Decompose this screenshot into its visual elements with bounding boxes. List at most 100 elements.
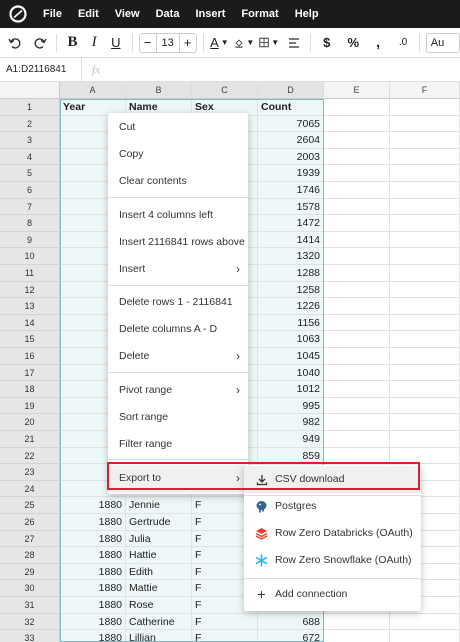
- cell[interactable]: [324, 331, 390, 348]
- menu-item-filter-range[interactable]: Filter range: [108, 431, 248, 458]
- menu-insert[interactable]: Insert: [187, 8, 233, 20]
- row-header[interactable]: 22: [0, 447, 60, 465]
- cell[interactable]: [324, 630, 390, 642]
- cell[interactable]: [324, 364, 390, 382]
- cell[interactable]: [324, 132, 390, 149]
- column-header[interactable]: C: [192, 82, 258, 99]
- cell[interactable]: [324, 281, 390, 299]
- submenu-item-snowflake[interactable]: Row Zero Snowflake (OAuth): [244, 547, 421, 574]
- row-header[interactable]: 27: [0, 530, 60, 548]
- cell[interactable]: [324, 447, 390, 465]
- row-header[interactable]: 13: [0, 298, 60, 315]
- cell[interactable]: Gertrude: [126, 514, 192, 531]
- cell[interactable]: [390, 182, 460, 199]
- cell[interactable]: Julia: [126, 530, 192, 548]
- cell[interactable]: [324, 198, 390, 216]
- cell[interactable]: 1258: [258, 281, 324, 299]
- redo-icon[interactable]: [30, 32, 50, 54]
- row-header[interactable]: 15: [0, 331, 60, 348]
- align-icon[interactable]: [284, 32, 304, 54]
- menu-help[interactable]: Help: [287, 8, 327, 20]
- select-all-corner[interactable]: [0, 82, 60, 99]
- cell[interactable]: [390, 397, 460, 415]
- cell[interactable]: Count: [258, 99, 324, 116]
- cell[interactable]: 688: [258, 613, 324, 631]
- row-header[interactable]: 1: [0, 99, 60, 116]
- cell[interactable]: Mattie: [126, 580, 192, 597]
- cell[interactable]: 982: [258, 414, 324, 431]
- font-size-value[interactable]: 13: [155, 33, 180, 52]
- row-header[interactable]: 17: [0, 364, 60, 382]
- font-size-increase-icon[interactable]: +: [180, 35, 196, 50]
- text-color-icon[interactable]: A ▼: [209, 32, 229, 54]
- cell[interactable]: Edith: [126, 563, 192, 581]
- menu-item-insert-columns[interactable]: Insert 4 columns left: [108, 202, 248, 229]
- cell[interactable]: F: [192, 613, 258, 631]
- cell[interactable]: 1746: [258, 182, 324, 199]
- cell[interactable]: [324, 182, 390, 199]
- cell[interactable]: [390, 265, 460, 282]
- cell[interactable]: 1414: [258, 231, 324, 249]
- cell[interactable]: [390, 348, 460, 365]
- name-box[interactable]: A1:D2116841: [0, 57, 82, 82]
- cell[interactable]: 1880: [60, 597, 126, 614]
- cell[interactable]: [324, 265, 390, 282]
- cell[interactable]: 1045: [258, 348, 324, 365]
- cell[interactable]: [390, 613, 460, 631]
- cell[interactable]: 949: [258, 431, 324, 448]
- cell[interactable]: 1880: [60, 613, 126, 631]
- cell[interactable]: [324, 99, 390, 116]
- menu-item-delete-rows[interactable]: Delete rows 1 - 2116841: [108, 289, 248, 316]
- fill-color-icon[interactable]: ▼: [234, 32, 254, 54]
- cell[interactable]: [390, 198, 460, 216]
- row-header[interactable]: 12: [0, 281, 60, 299]
- column-header[interactable]: F: [390, 82, 460, 99]
- row-header[interactable]: 32: [0, 613, 60, 631]
- font-size-decrease-icon[interactable]: −: [140, 35, 156, 50]
- cell[interactable]: 2003: [258, 148, 324, 166]
- cell[interactable]: 859: [258, 447, 324, 465]
- row-header[interactable]: 23: [0, 464, 60, 481]
- cell[interactable]: 1880: [60, 547, 126, 564]
- cell[interactable]: 1880: [60, 514, 126, 531]
- column-header[interactable]: D: [258, 82, 324, 99]
- cell[interactable]: 1472: [258, 215, 324, 232]
- cell[interactable]: [390, 231, 460, 249]
- cell[interactable]: Hattie: [126, 547, 192, 564]
- submenu-item-databricks[interactable]: Row Zero Databricks (OAuth): [244, 520, 421, 547]
- cell[interactable]: [390, 248, 460, 265]
- cell[interactable]: 1040: [258, 364, 324, 382]
- cell[interactable]: [324, 248, 390, 265]
- cell[interactable]: 1880: [60, 530, 126, 548]
- menu-item-pivot-range[interactable]: Pivot range ›: [108, 377, 248, 404]
- cell[interactable]: [390, 447, 460, 465]
- cell[interactable]: Jennie: [126, 497, 192, 514]
- submenu-item-postgres[interactable]: Postgres: [244, 493, 421, 520]
- cell[interactable]: 1880: [60, 630, 126, 642]
- row-header[interactable]: 26: [0, 514, 60, 531]
- cell[interactable]: [324, 381, 390, 398]
- cell[interactable]: [390, 314, 460, 332]
- row-header[interactable]: 20: [0, 414, 60, 431]
- cell[interactable]: 1156: [258, 314, 324, 332]
- cell[interactable]: [324, 348, 390, 365]
- row-header[interactable]: 3: [0, 132, 60, 149]
- menu-view[interactable]: View: [107, 8, 148, 20]
- cell[interactable]: 1880: [60, 563, 126, 581]
- cell[interactable]: [324, 148, 390, 166]
- submenu-item-add-connection[interactable]: + Add connection: [244, 581, 421, 608]
- menu-item-sort-range[interactable]: Sort range: [108, 404, 248, 431]
- cell[interactable]: F: [192, 630, 258, 642]
- cell[interactable]: [390, 630, 460, 642]
- cell[interactable]: [324, 115, 390, 133]
- cell[interactable]: [390, 148, 460, 166]
- menu-item-copy[interactable]: Copy: [108, 141, 248, 168]
- column-header[interactable]: E: [324, 82, 390, 99]
- cell[interactable]: [390, 331, 460, 348]
- menu-item-clear-contents[interactable]: Clear contents: [108, 168, 248, 195]
- row-header[interactable]: 7: [0, 198, 60, 216]
- cell[interactable]: 672: [258, 630, 324, 642]
- decimal-icon[interactable]: .0: [393, 32, 413, 54]
- row-header[interactable]: 8: [0, 215, 60, 232]
- row-header[interactable]: 33: [0, 630, 60, 642]
